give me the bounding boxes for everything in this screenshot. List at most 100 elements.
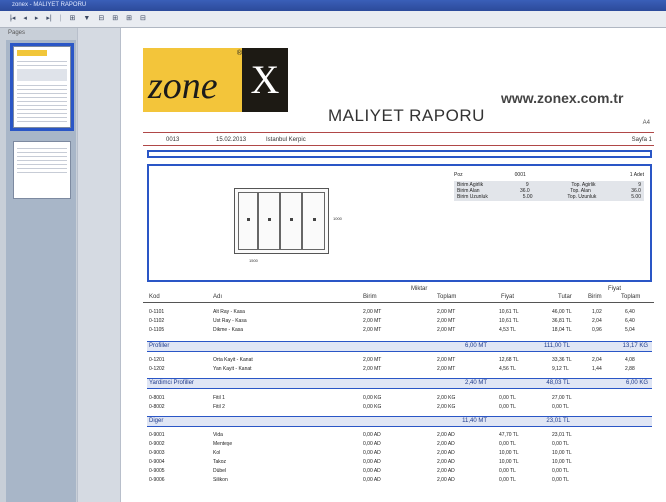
drawing-height-label: 1000	[333, 216, 342, 221]
scroll-down-icon[interactable]: ▾	[8, 13, 14, 25]
col-birim: Birim	[363, 294, 377, 300]
cell-adi: Dübel	[213, 468, 227, 474]
last-page-icon[interactable]: ▸|	[44, 13, 53, 25]
table-row: 0-1101 Alt Ray - Kasa 2,00 MT 2,00 MT 10,61 …	[147, 308, 652, 316]
cell-tutar: 0,00 TL	[552, 477, 569, 483]
window-titlebar: zonex - MALIYET RAPORU	[0, 0, 666, 11]
group-row-profiller: Profiller 6,00 MT 111,00 TL 13,17 KG	[147, 341, 652, 352]
toolbar: |◂ ◂ ▸ ▸| | ⊞ ▼ ⊟ ⊞ ⊞ ⊟ ▴ ▾	[0, 11, 666, 28]
cell-t2: 6,40	[625, 309, 635, 315]
cell-kod: 0-8001	[149, 395, 165, 401]
table-row: 0-9006 Silikon 0,00 AD 2,00 AD 0,00 TL 0,00 T…	[147, 476, 652, 484]
group-tutar: 48,03 TL	[546, 380, 570, 386]
cell-adi: Vida	[213, 432, 223, 438]
zoom-icon[interactable]: ⊞	[68, 13, 78, 25]
cell-kod: 0-9005	[149, 468, 165, 474]
paper-size: A4	[642, 120, 650, 126]
group-toplam: 6,00 MT	[464, 343, 487, 349]
cell-birim: 0,00 AD	[363, 459, 381, 465]
cell-adi: Yan Kayit - Kanat	[213, 366, 252, 372]
group-extra: 13,17 KG	[622, 343, 648, 349]
col-toplam: Toplam	[437, 294, 457, 300]
cell-tutar: 9,12 TL	[552, 366, 569, 372]
meta-page: Sayfa 1	[631, 137, 652, 143]
group-label: Yardimci Profiller	[149, 380, 194, 386]
logo-x: X	[242, 48, 288, 112]
cell-birim: 2,00 MT	[363, 327, 382, 333]
meta-customer: Istanbul Kerpic	[266, 137, 306, 143]
cell-b2: 0,96	[592, 327, 602, 333]
group-row-diger: Diger 11,40 MT 23,01 TL	[147, 416, 652, 427]
col-tutar: Tutar	[558, 294, 572, 300]
thumbnail-icon[interactable]: ⊞	[124, 13, 134, 25]
cell-birim: 0,00 AD	[363, 450, 381, 456]
sidebar-splitter[interactable]	[77, 28, 121, 502]
window-title: zonex - MALIYET RAPORU	[12, 2, 87, 8]
prev-page-icon[interactable]: ◂	[21, 13, 29, 25]
cell-fiyat: 10,00 TL	[499, 450, 519, 456]
zoom-dropdown-icon[interactable]: ▼	[81, 13, 92, 25]
table-row: 0-8002 Fitil 2 0,00 KG 2,00 KG 0,00 TL 0,00 T…	[147, 403, 652, 411]
cell-kod: 0-9002	[149, 441, 165, 447]
cell-tutar: 23,01 TL	[552, 432, 572, 438]
page-title: MALIYET RAPORU	[328, 106, 485, 125]
spec-v2: 1 Adet	[629, 172, 644, 178]
cell-toplam: 2,00 AD	[437, 477, 455, 483]
cell-adi: Silikon	[213, 477, 228, 483]
cell-fiyat: 0,00 TL	[499, 395, 516, 401]
cell-tutar: 10,00 TL	[552, 450, 572, 456]
fiyat-group-header: Fiyat	[608, 286, 622, 292]
sidebar-tab[interactable]: Pages	[8, 28, 70, 39]
cell-tutar: 36,81 TL	[552, 318, 572, 324]
col-birim-2: Birim	[588, 294, 602, 300]
cell-kod: 0-1102	[149, 318, 165, 324]
grid-icon[interactable]: ⊞	[110, 13, 120, 25]
group-extra: 6,00 KG	[625, 380, 648, 386]
cell-birim: 0,00 AD	[363, 441, 381, 447]
spec-k2: Top. Uzunluk	[567, 194, 597, 200]
print-icon[interactable]: ⊟	[138, 13, 148, 25]
cell-toplam: 2,00 MT	[437, 357, 456, 363]
group-toplam: 2,40 MT	[464, 380, 487, 386]
cell-toplam: 2,00 AD	[437, 441, 455, 447]
cell-birim: 2,00 MT	[363, 357, 382, 363]
page-thumbnail-1[interactable]	[10, 43, 74, 131]
cell-fiyat: 10,61 TL	[499, 318, 519, 324]
cell-tutar: 18,04 TL	[552, 327, 572, 333]
sidebar-tab-label: Pages	[8, 30, 26, 36]
cell-b2: 1,02	[592, 309, 602, 315]
table-row: 0-1105 Dikme - Kasa 2,00 MT 2,00 MT 4,53 TL 1…	[147, 326, 652, 334]
cell-adi: Orta Kayit - Kanat	[213, 357, 253, 363]
zonex-logo: zone ® X	[143, 48, 288, 112]
page-thumbnail-2[interactable]	[13, 141, 71, 199]
website: www.zonex.com.tr	[501, 90, 624, 106]
cell-birim: 0,00 KG	[363, 395, 382, 401]
cell-birim: 2,00 MT	[363, 309, 382, 315]
spec-box: Poz 0001 1 Adet Birim Agirlik 9 Top. Agirlik…	[454, 172, 644, 201]
cell-toplam: 2,00 MT	[437, 366, 456, 372]
cell-toplam: 2,00 MT	[437, 318, 456, 324]
cell-b2: 2,04	[592, 318, 602, 324]
cell-t2: 2,88	[625, 366, 635, 372]
window-drawing	[234, 188, 329, 254]
cell-toplam: 2,00 KG	[437, 395, 456, 401]
cell-tutar: 0,00 TL	[552, 441, 569, 447]
cell-adi: Kol	[213, 450, 221, 456]
cell-fiyat: 0,00 TL	[499, 468, 516, 474]
miktar-header: Miktar	[411, 286, 428, 292]
table-row: 0-9001 Vida 0,00 AD 2,00 AD 47,70 TL 23,01 TL	[147, 431, 652, 439]
cell-kod: 0-9003	[149, 450, 165, 456]
cell-adi: Dikme - Kasa	[213, 327, 244, 333]
col-kod: Kod	[149, 294, 160, 300]
group-row-yardimci: Yardimci Profiller 2,40 MT 48,03 TL 6,00…	[147, 378, 652, 389]
cell-fiyat: 0,00 TL	[499, 441, 516, 447]
cell-toplam: 2,00 AD	[437, 468, 455, 474]
next-page-icon[interactable]: ▸	[33, 13, 41, 25]
meta-date: 15.02.2013	[216, 137, 247, 143]
group-label: Diger	[149, 418, 164, 424]
cell-adi: Ust Ray - Kasa	[213, 318, 247, 324]
cell-kod: 0-1105	[149, 327, 165, 333]
page-layout-icon[interactable]: ⊟	[96, 13, 106, 25]
cell-b2: 1,44	[592, 366, 602, 372]
spec-v: 0001	[514, 172, 526, 178]
